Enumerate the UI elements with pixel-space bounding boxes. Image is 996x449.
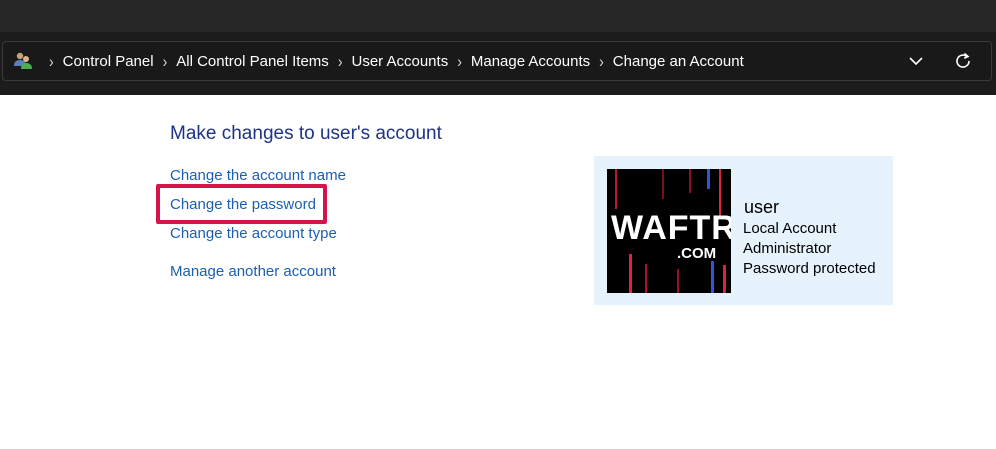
breadcrumb: › Control Panel › All Control Panel Item… <box>12 42 744 80</box>
breadcrumb-all-items[interactable]: All Control Panel Items <box>176 53 329 70</box>
breadcrumb-user-accounts[interactable]: User Accounts <box>351 53 448 70</box>
change-account-name-link[interactable]: Change the account name <box>170 167 346 184</box>
account-role: Administrator <box>743 240 832 257</box>
chevron-down-icon[interactable] <box>904 49 928 73</box>
chevron-right-icon: › <box>457 51 462 71</box>
page-title: Make changes to user's account <box>170 123 442 144</box>
breadcrumb-change-account[interactable]: Change an Account <box>613 53 744 70</box>
account-type: Local Account <box>743 220 837 237</box>
refresh-icon[interactable] <box>951 49 975 73</box>
chevron-right-icon: › <box>337 51 343 71</box>
title-bar <box>0 0 996 32</box>
account-status: Password protected <box>743 260 876 277</box>
account-card: WAFTR .COM user Local Account Administra… <box>594 156 893 305</box>
manage-another-account-link[interactable]: Manage another account <box>170 263 336 280</box>
users-icon[interactable] <box>12 50 34 72</box>
address-bar-area: › Control Panel › All Control Panel Item… <box>0 32 996 95</box>
avatar-brand-subtext: .COM <box>677 245 717 262</box>
chevron-right-icon: › <box>49 51 54 71</box>
breadcrumb-control-panel[interactable]: Control Panel <box>63 53 154 70</box>
address-bar[interactable]: › Control Panel › All Control Panel Item… <box>2 41 992 81</box>
address-bar-controls <box>904 42 991 80</box>
chevron-right-icon: › <box>599 51 604 71</box>
account-name: user <box>744 197 780 217</box>
change-password-link[interactable]: Change the password <box>170 196 316 213</box>
breadcrumb-manage-accounts[interactable]: Manage Accounts <box>471 53 590 70</box>
avatar: WAFTR .COM <box>607 169 731 293</box>
avatar-brand-text: WAFTR <box>611 209 731 247</box>
chevron-right-icon: › <box>162 51 168 71</box>
change-account-type-link[interactable]: Change the account type <box>170 225 337 242</box>
main-content: Make changes to user's account Change th… <box>0 95 996 449</box>
